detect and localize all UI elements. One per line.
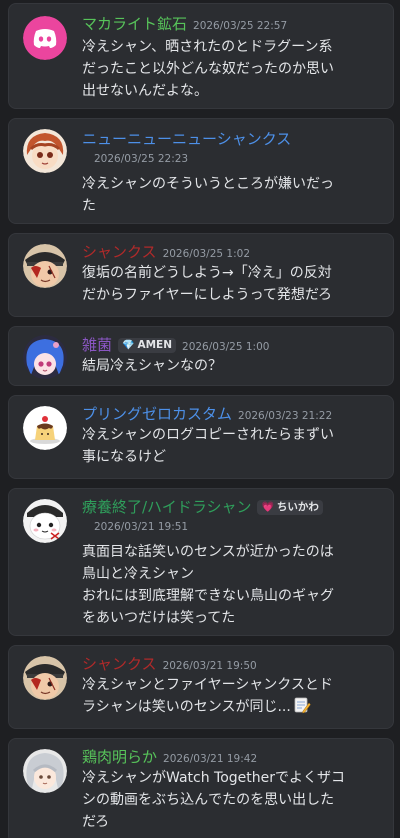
timestamp: 2026/03/21 19:51	[94, 521, 189, 533]
author-row: 療養終了/ハイドラシャン 💗 ちいかわ	[82, 497, 385, 517]
author-name[interactable]: 鶏肉明らか	[82, 747, 157, 767]
message-line: をあいつだけは笑ってた	[82, 610, 236, 626]
author-name[interactable]: シャンクス	[82, 654, 157, 674]
message-line: ラシャンは笑いのセンスが同じ...	[82, 696, 379, 718]
message-line: 復垢の名前どうしよう→「冷え」の反対	[82, 265, 332, 281]
silver-hair-avatar-icon[interactable]	[23, 749, 67, 793]
message-card: 雑菌 💎 AMEN 2026/03/25 1:00 結局冷えシャンなの？	[8, 326, 394, 386]
discord-logo-icon[interactable]	[23, 16, 67, 60]
pirate-avatar-icon[interactable]	[23, 244, 67, 288]
server-tag-label: AMEN	[137, 338, 173, 351]
timestamp: 2026/03/25 1:00	[182, 341, 270, 353]
message-line: 冷えシャンとファイヤーシャンクスとド	[82, 677, 333, 693]
message-header: マカライト鉱石 2026/03/25 22:57	[82, 14, 385, 34]
message-line: 冷えシャン、晒されたのとドラグーン系	[82, 39, 333, 55]
author-name[interactable]: マカライト鉱石	[82, 14, 187, 34]
memo-icon	[294, 697, 311, 714]
message-header: プリングゼロカスタム 2026/03/23 21:22	[82, 404, 385, 424]
pudding-avatar-icon[interactable]	[23, 406, 67, 450]
server-tag-label: ちいかわ	[276, 500, 319, 513]
message-header: シャンクス 2026/03/21 19:50	[82, 654, 385, 674]
message-line: 冷えシャンのそういうところが嫌いだっ	[82, 176, 334, 192]
message-line: 出せないんだよな。	[82, 83, 208, 99]
message-line-text: ラシャンは笑いのセンスが同じ...	[82, 699, 291, 715]
message-content: 冷えシャン、晒されたのとドラグーン系 だったこと以外どんな奴だったのか思い 出せ…	[82, 36, 379, 102]
message-content: 冷えシャンのログコピーされたらまずい 事になるけど	[82, 424, 379, 468]
server-tag-badge[interactable]: 💗 ちいかわ	[257, 499, 323, 515]
chiikawa-avatar-icon[interactable]	[23, 499, 67, 543]
message-header: 鶏肉明らか 2026/03/21 19:42	[82, 747, 385, 767]
message-content: 復垢の名前どうしよう→「冷え」の反対 だからファイヤーにしようって発想だろ	[82, 262, 379, 306]
message-line: シの動画をぶち込んでたのを思い出した	[82, 792, 335, 808]
message-line: 冷えシャンがWatch Togetherでよくザコ	[82, 770, 346, 786]
pirate-avatar-icon[interactable]	[23, 656, 67, 700]
timestamp: 2026/03/25 1:02	[162, 248, 250, 260]
timestamp: 2026/03/25 22:57	[193, 20, 288, 32]
message-line: 結局冷えシャンなの？	[82, 358, 222, 374]
author-name[interactable]: 雑菌	[82, 335, 112, 355]
timestamp: 2026/03/25 22:23	[94, 153, 189, 165]
message-content: 冷えシャンのそういうところが嫌いだっ た	[82, 173, 379, 217]
message-line: 真面目な話笑いのセンスが近かったのは	[82, 544, 334, 560]
message-content: 冷えシャンがWatch Togetherでよくザコ シの動画をぶち込んでたのを思…	[82, 767, 379, 833]
gem-icon: 💎	[122, 339, 135, 351]
timestamp: 2026/03/21 19:50	[162, 660, 257, 672]
message-line: だろ	[82, 814, 110, 830]
author-name[interactable]: プリングゼロカスタム	[82, 404, 232, 424]
message-content: 冷えシャンとファイヤーシャンクスとド ラシャンは笑いのセンスが同じ...	[82, 674, 379, 718]
message-card: 鶏肉明らか 2026/03/21 19:42 冷えシャンがWatch Toget…	[8, 738, 394, 838]
message-line: おれには到底理解できない鳥山のギャグ	[82, 588, 334, 604]
message-content: 結局冷えシャンなの？	[82, 355, 379, 377]
message-line: 事になるけど	[82, 449, 166, 465]
message-header: 療養終了/ハイドラシャン 💗 ちいかわ 2026/03/21 19:51	[82, 497, 385, 533]
timestamp: 2026/03/21 19:42	[163, 753, 258, 765]
author-name[interactable]: 療養終了/ハイドラシャン	[82, 497, 251, 517]
message-line: 冷えシャンのログコピーされたらまずい	[82, 427, 334, 443]
message-card: ニューニューニューシャンクス 2026/03/25 22:23 冷えシャンのそう…	[8, 118, 394, 224]
author-name[interactable]: ニューニューニューシャンクス	[82, 129, 385, 149]
message-content: 真面目な話笑いのセンスが近かったのは 鳥山と冷えシャン おれには到底理解できない…	[82, 541, 379, 629]
message-card: プリングゼロカスタム 2026/03/23 21:22 冷えシャンのログコピーさ…	[8, 395, 394, 479]
server-tag-badge[interactable]: 💎 AMEN	[118, 337, 177, 353]
blue-hair-avatar-icon[interactable]	[23, 335, 67, 379]
message-card: マカライト鉱石 2026/03/25 22:57 冷えシャン、晒されたのとドラグ…	[8, 3, 394, 109]
message-header: 雑菌 💎 AMEN 2026/03/25 1:00	[82, 335, 385, 355]
message-card: 療養終了/ハイドラシャン 💗 ちいかわ 2026/03/21 19:51 真面目…	[8, 488, 394, 636]
message-line: だったこと以外どんな奴だったのか思い	[82, 61, 334, 77]
message-header: ニューニューニューシャンクス 2026/03/25 22:23	[82, 129, 385, 165]
anime-girl-avatar-icon[interactable]	[23, 129, 67, 173]
heart-icon: 💗	[261, 501, 274, 513]
message-card: シャンクス 2026/03/21 19:50 冷えシャンとファイヤーシャンクスと…	[8, 645, 394, 729]
message-line: だからファイヤーにしようって発想だろ	[82, 287, 333, 303]
message-line: た	[82, 198, 96, 214]
message-line: 鳥山と冷えシャン	[82, 566, 194, 582]
timestamp: 2026/03/23 21:22	[238, 410, 333, 422]
author-name[interactable]: シャンクス	[82, 242, 157, 262]
message-card: シャンクス 2026/03/25 1:02 復垢の名前どうしよう→「冷え」の反対…	[8, 233, 394, 317]
message-header: シャンクス 2026/03/25 1:02	[82, 242, 385, 262]
